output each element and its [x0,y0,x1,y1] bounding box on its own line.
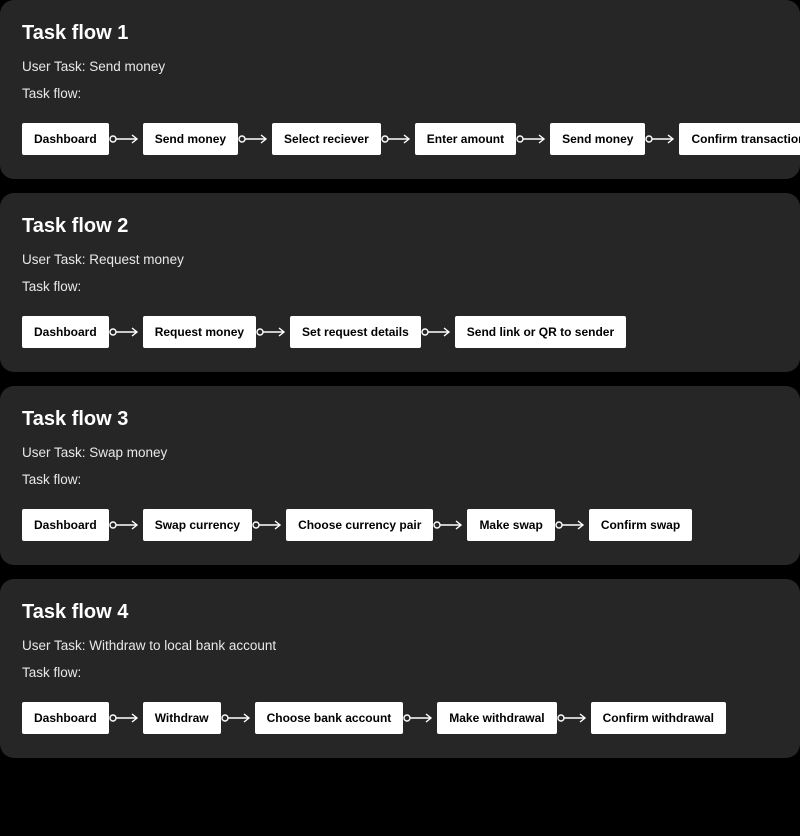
arrow-icon [645,133,679,145]
task-flow-card: Task flow 4 User Task: Withdraw to local … [0,579,800,758]
arrow-icon [403,712,437,724]
arrow-icon [109,326,143,338]
arrow-icon [109,519,143,531]
arrow-icon [555,519,589,531]
flow-step: Send money [550,123,645,155]
task-flow-title: Task flow 2 [22,215,778,238]
flow-step: Make swap [467,509,554,541]
user-task-label: User Task: Send money [22,59,778,74]
flow-step: Make withdrawal [437,702,556,734]
flow-step: Dashboard [22,702,109,734]
flow-step: Enter amount [415,123,516,155]
flow-steps-row: Dashboard Withdraw Choose bank account M… [22,702,778,734]
arrow-icon [238,133,272,145]
task-flow-label: Task flow: [22,665,778,680]
flow-step: Choose currency pair [286,509,433,541]
arrow-icon [516,133,550,145]
task-flow-card: Task flow 1 User Task: Send money Task flo… [0,0,800,179]
arrow-icon [381,133,415,145]
flow-step: Request money [143,316,256,348]
user-task-label: User Task: Swap money [22,445,778,460]
flow-step: Confirm swap [589,509,692,541]
arrow-icon [433,519,467,531]
flow-steps-row: Dashboard Swap currency Choose currency … [22,509,778,541]
user-task-label: User Task: Request money [22,252,778,267]
flow-steps-row: Dashboard Send money Select reciever Ent… [22,123,778,155]
flow-step: Send link or QR to sender [455,316,626,348]
flow-step: Select reciever [272,123,381,155]
user-task-label: User Task: Withdraw to local bank accoun… [22,638,778,653]
arrow-icon [421,326,455,338]
flow-step: Dashboard [22,509,109,541]
arrow-icon [256,326,290,338]
flow-step: Send money [143,123,238,155]
flow-steps-row: Dashboard Request money Set request deta… [22,316,778,348]
arrow-icon [252,519,286,531]
flow-step: Withdraw [143,702,221,734]
arrow-icon [221,712,255,724]
task-flow-label: Task flow: [22,472,778,487]
task-flow-title: Task flow 3 [22,408,778,431]
task-flow-card: Task flow 2 User Task: Request money Task … [0,193,800,372]
flow-step: Dashboard [22,316,109,348]
arrow-icon [109,133,143,145]
flow-step: Confirm withdrawal [591,702,726,734]
task-flow-title: Task flow 4 [22,601,778,624]
task-flow-label: Task flow: [22,86,778,101]
flow-step: Dashboard [22,123,109,155]
flow-step: Confirm transaction [679,123,800,155]
flow-step: Swap currency [143,509,252,541]
arrow-icon [109,712,143,724]
flow-step: Choose bank account [255,702,404,734]
arrow-icon [557,712,591,724]
task-flow-label: Task flow: [22,279,778,294]
task-flow-title: Task flow 1 [22,22,778,45]
flow-step: Set request details [290,316,421,348]
task-flow-card: Task flow 3 User Task: Swap money Task flo… [0,386,800,565]
